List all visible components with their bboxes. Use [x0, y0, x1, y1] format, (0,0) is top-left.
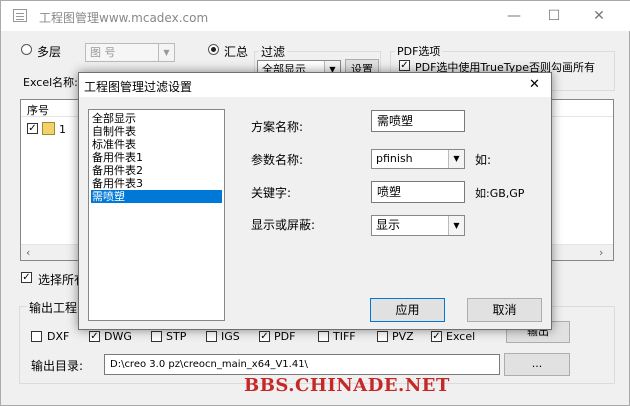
show-hide-value: 显示 [376, 218, 401, 232]
window-title: 工程图管理www.mcadex.com [39, 11, 209, 25]
watermark-text: BBS.CHINADE.NET [244, 375, 450, 396]
filter-settings-dialog: 工程图管理过滤设置 ✕ 全部显示 自制件表 标准件表 备用件表1 备用件表2 备… [78, 72, 552, 330]
keyword-label: 关键字: [251, 186, 292, 200]
chevron-down-icon: ▼ [448, 216, 464, 235]
format-dxf-checkbox[interactable] [31, 331, 42, 342]
param-name-combo[interactable]: pfinish ▼ [371, 149, 465, 169]
mode-multi-radio[interactable] [21, 44, 32, 55]
app-icon [13, 9, 27, 22]
format-tiff-checkbox[interactable] [318, 331, 329, 342]
show-hide-combo[interactable]: 显示 ▼ [371, 215, 465, 236]
format-igs-checkbox[interactable] [206, 331, 217, 342]
apply-button[interactable]: 应用 [370, 298, 445, 322]
keyword-example-label: 如:GB,GP [475, 187, 525, 200]
format-pvz-checkbox[interactable] [377, 331, 388, 342]
format-excel-label: Excel [446, 330, 476, 343]
select-all-checkbox[interactable]: ✓ [21, 272, 32, 283]
list-item[interactable]: 自制件表 [91, 125, 222, 138]
list-item[interactable]: 备用件表3 [91, 177, 222, 190]
list-item[interactable]: 全部显示 [91, 112, 222, 125]
format-pdf-checkbox[interactable]: ✓ [259, 331, 270, 342]
param-example-label: 如: [475, 153, 492, 167]
output-dir-label: 输出目录: [31, 359, 84, 373]
layer-combo-value: 图 号 [90, 46, 116, 59]
dialog-title: 工程图管理过滤设置 [84, 80, 193, 94]
mode-summary-label: 汇总 [224, 45, 249, 59]
format-pvz-label: PVZ [392, 330, 414, 343]
list-item[interactable]: 备用件表1 [91, 151, 222, 164]
mode-summary-radio[interactable] [208, 44, 219, 55]
format-stp-checkbox[interactable] [151, 331, 162, 342]
dialog-title-bar: 工程图管理过滤设置 ✕ [79, 73, 551, 97]
format-excel-checkbox[interactable]: ✓ [431, 331, 442, 342]
excel-name-label: Excel名称: [23, 76, 78, 89]
close-icon[interactable]: ✕ [579, 5, 619, 27]
layer-combo[interactable]: 图 号 ▼ [85, 43, 175, 62]
keyword-input[interactable]: 喷塑 [371, 181, 465, 203]
format-pdf-label: PDF [274, 330, 296, 343]
chevron-down-icon: ▼ [448, 150, 464, 168]
row-checkbox[interactable]: ✓ [27, 123, 38, 134]
scheme-listbox[interactable]: 全部显示 自制件表 标准件表 备用件表1 备用件表2 备用件表3 需喷塑 [88, 109, 225, 321]
title-bar: 工程图管理www.mcadex.com — ☐ ✕ [1, 1, 630, 31]
browse-button[interactable]: ... [504, 353, 570, 376]
format-dwg-checkbox[interactable]: ✓ [89, 331, 100, 342]
scheme-name-label: 方案名称: [251, 120, 304, 134]
format-igs-label: IGS [221, 330, 240, 343]
output-dir-field[interactable]: D:\creo 3.0 pz\creocn_main_x64_V1.41\ [104, 354, 500, 375]
cancel-button[interactable]: 取消 [467, 298, 542, 322]
list-item[interactable]: 备用件表2 [91, 164, 222, 177]
filter-group-label: 过滤 [259, 43, 288, 60]
scheme-name-input[interactable]: 需喷塑 [371, 110, 465, 132]
format-dwg-label: DWG [104, 330, 132, 343]
list-item[interactable]: 标准件表 [91, 138, 222, 151]
row-index: 1 [59, 123, 66, 136]
output-group-label: 输出工程 [27, 299, 80, 316]
column-header-index: 序号 [27, 104, 49, 117]
drawing-icon [42, 122, 55, 135]
format-dxf-label: DXF [47, 330, 70, 343]
param-name-value: pfinish [376, 152, 413, 165]
format-tiff-label: TIFF [333, 330, 356, 343]
chevron-right-icon[interactable]: › [599, 246, 603, 259]
list-item-selected[interactable]: 需喷塑 [91, 190, 222, 203]
format-stp-label: STP [166, 330, 187, 343]
close-icon[interactable]: ✕ [529, 77, 540, 92]
maximize-icon[interactable]: ☐ [534, 5, 574, 27]
show-hide-label: 显示或屏蔽: [251, 218, 316, 232]
mode-multi-label: 多层 [37, 45, 62, 59]
minimize-icon[interactable]: — [494, 5, 534, 27]
chevron-left-icon[interactable]: ‹ [26, 246, 30, 259]
pdf-truetype-checkbox[interactable]: ✓ [399, 60, 410, 71]
chevron-down-icon: ▼ [158, 44, 174, 61]
param-name-label: 参数名称: [251, 153, 304, 167]
pdf-options-label: PDF选项 [395, 43, 443, 59]
